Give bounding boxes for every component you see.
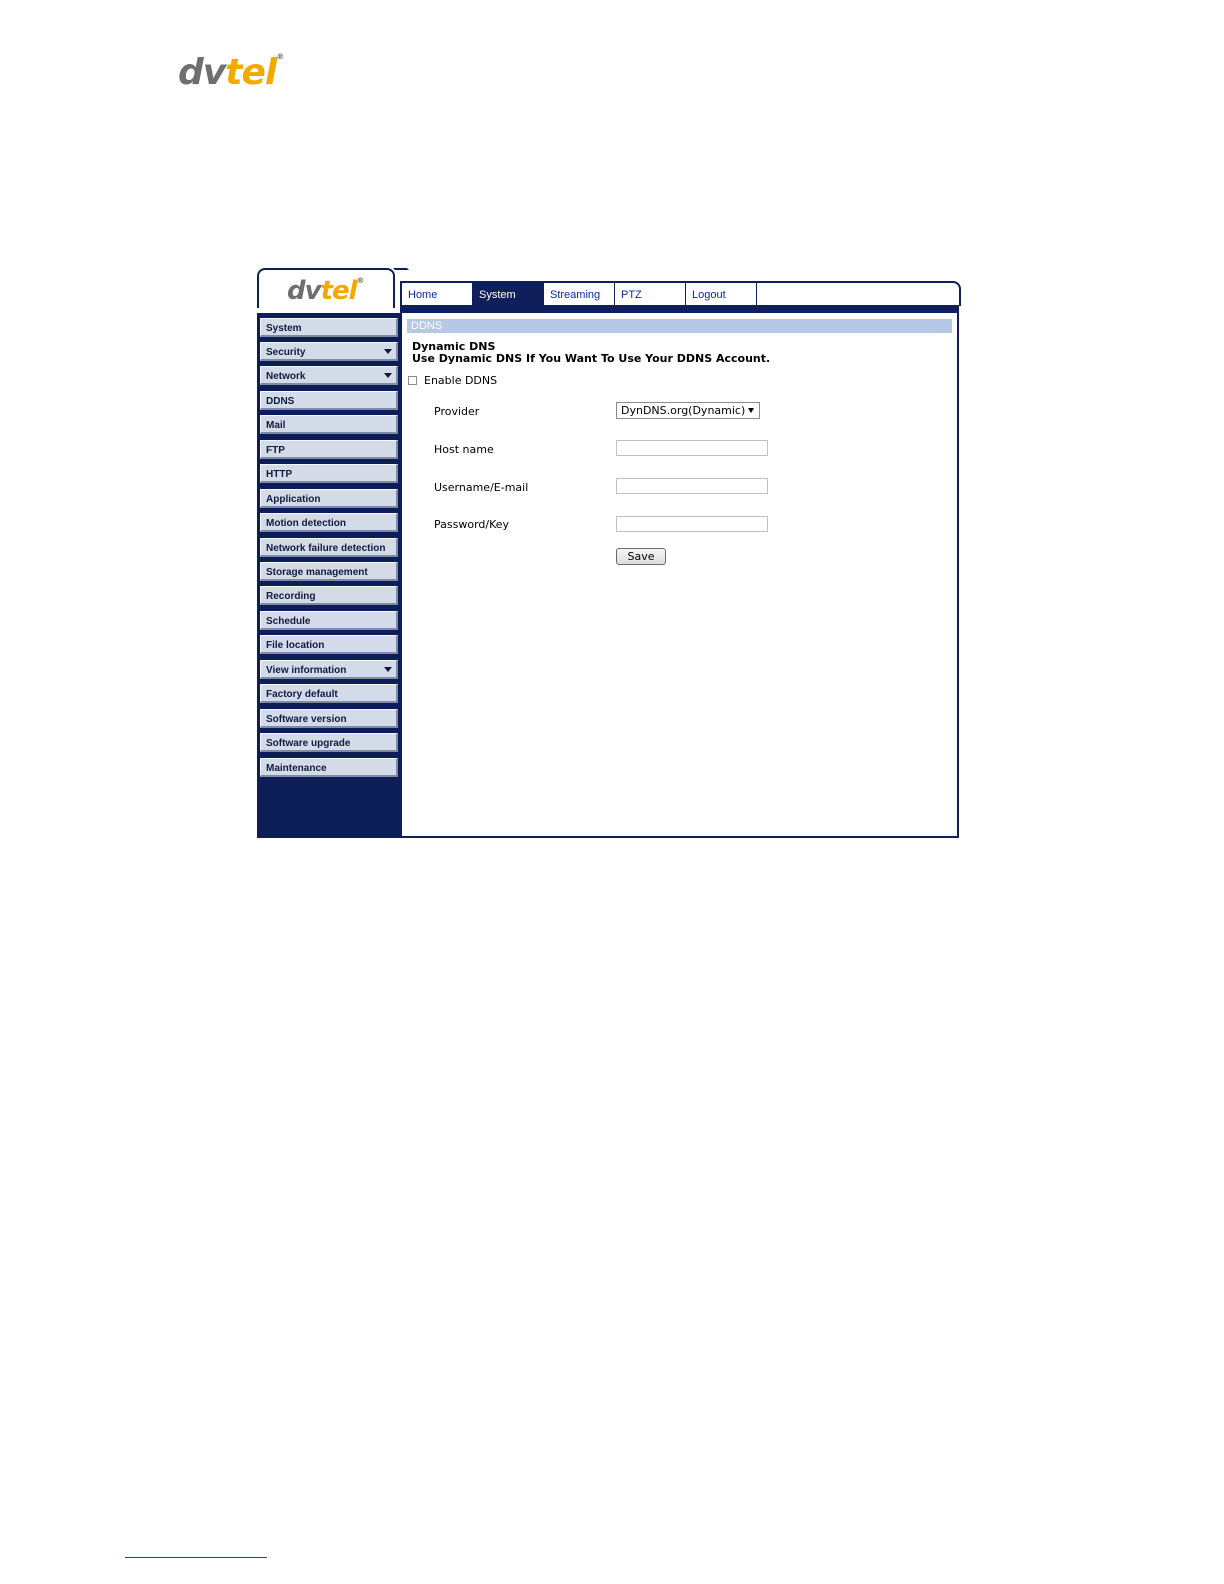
sidebar-item-label: Factory default xyxy=(266,689,338,700)
sidebar-item-label: Mail xyxy=(266,420,286,431)
password-label: Password/Key xyxy=(434,518,510,531)
dvtel-page-logo: dvtel® xyxy=(178,52,284,93)
sidebar-item-system[interactable]: System xyxy=(260,318,398,337)
sidebar-item-storage-management[interactable]: Storage management xyxy=(260,562,398,581)
sidebar-item-label: Software version xyxy=(266,714,347,725)
tab-home[interactable]: Home xyxy=(402,283,473,305)
username-input[interactable] xyxy=(616,478,768,494)
sidebar-item-file-location[interactable]: File location xyxy=(260,635,398,654)
sidebar-item-label: Schedule xyxy=(266,616,311,627)
nav-underline-bar xyxy=(400,305,959,313)
sidebar-item-maintenance[interactable]: Maintenance xyxy=(260,758,398,777)
provider-label: Provider xyxy=(434,405,480,418)
sidebar-item-label: Application xyxy=(266,494,321,505)
sidebar-item-http[interactable]: HTTP xyxy=(260,464,398,483)
password-input[interactable] xyxy=(616,516,768,532)
host-name-label: Host name xyxy=(434,443,494,456)
sidebar-item-factory-default[interactable]: Factory default xyxy=(260,684,398,703)
sidebar-item-label: FTP xyxy=(266,445,285,456)
sidebar-item-label: Software upgrade xyxy=(266,738,351,749)
description-text: Use Dynamic DNS If You Want To Use Your … xyxy=(412,352,771,365)
expand-arrow-icon xyxy=(384,373,392,378)
sidebar-item-label: System xyxy=(266,323,302,334)
sidebar-item-mail[interactable]: Mail xyxy=(260,415,398,434)
sidebar-item-software-version[interactable]: Software version xyxy=(260,709,398,728)
sidebar-item-network-failure-detection[interactable]: Network failure detection xyxy=(260,538,398,557)
sidebar-item-application[interactable]: Application xyxy=(260,489,398,508)
sidebar-item-software-upgrade[interactable]: Software upgrade xyxy=(260,733,398,752)
sidebar-item-motion-detection[interactable]: Motion detection xyxy=(260,513,398,532)
sidebar-item-label: View information xyxy=(266,665,347,676)
enable-ddns-label: Enable DDNS xyxy=(424,374,498,387)
sidebar: System Security Network DDNS Mail FTP HT… xyxy=(257,313,402,838)
host-name-input[interactable] xyxy=(616,440,768,456)
sidebar-item-label: Security xyxy=(266,347,306,358)
sidebar-item-label: Network xyxy=(266,371,306,382)
enable-ddns-row: Enable DDNS xyxy=(408,374,497,387)
sidebar-item-network[interactable]: Network xyxy=(260,366,398,385)
sidebar-item-view-information[interactable]: View information xyxy=(260,660,398,679)
sidebar-item-label: Maintenance xyxy=(266,763,327,774)
provider-select[interactable]: DynDNS.org(Dynamic) xyxy=(616,402,760,419)
sidebar-item-security[interactable]: Security xyxy=(260,342,398,361)
camera-web-ui-window: dvtel® Home System Streaming PTZ Logout … xyxy=(257,268,961,838)
chevron-down-icon xyxy=(748,408,754,413)
sidebar-item-schedule[interactable]: Schedule xyxy=(260,611,398,630)
sidebar-item-ddns[interactable]: DDNS xyxy=(260,391,398,410)
sidebar-item-ftp[interactable]: FTP xyxy=(260,440,398,459)
expand-arrow-icon xyxy=(384,349,392,354)
expand-arrow-icon xyxy=(384,667,392,672)
sidebar-item-label: Motion detection xyxy=(266,518,346,529)
sidebar-item-label: Storage management xyxy=(266,567,368,578)
tab-ptz[interactable]: PTZ xyxy=(615,283,686,305)
tab-streaming[interactable]: Streaming xyxy=(544,283,615,305)
sidebar-item-label: HTTP xyxy=(266,469,293,480)
sidebar-item-label: File location xyxy=(266,640,325,651)
content-panel: DDNS Dynamic DNS Use Dynamic DNS If You … xyxy=(402,313,959,838)
username-label: Username/E-mail xyxy=(434,481,529,494)
enable-ddns-checkbox[interactable] xyxy=(408,376,417,385)
tab-system[interactable]: System xyxy=(473,283,544,305)
provider-selected-value: DynDNS.org(Dynamic) xyxy=(621,404,746,417)
sidebar-item-label: Network failure detection xyxy=(266,543,386,554)
footer-rule xyxy=(125,1557,267,1558)
section-title: DDNS xyxy=(407,319,952,333)
dvtel-window-logo: dvtel® xyxy=(287,276,365,306)
sidebar-item-label: Recording xyxy=(266,591,316,602)
tab-logout[interactable]: Logout xyxy=(686,283,757,305)
sidebar-item-label: DDNS xyxy=(266,396,295,407)
sidebar-item-recording[interactable]: Recording xyxy=(260,586,398,605)
logo-tab: dvtel® xyxy=(257,268,395,308)
save-button[interactable]: Save xyxy=(616,548,666,565)
